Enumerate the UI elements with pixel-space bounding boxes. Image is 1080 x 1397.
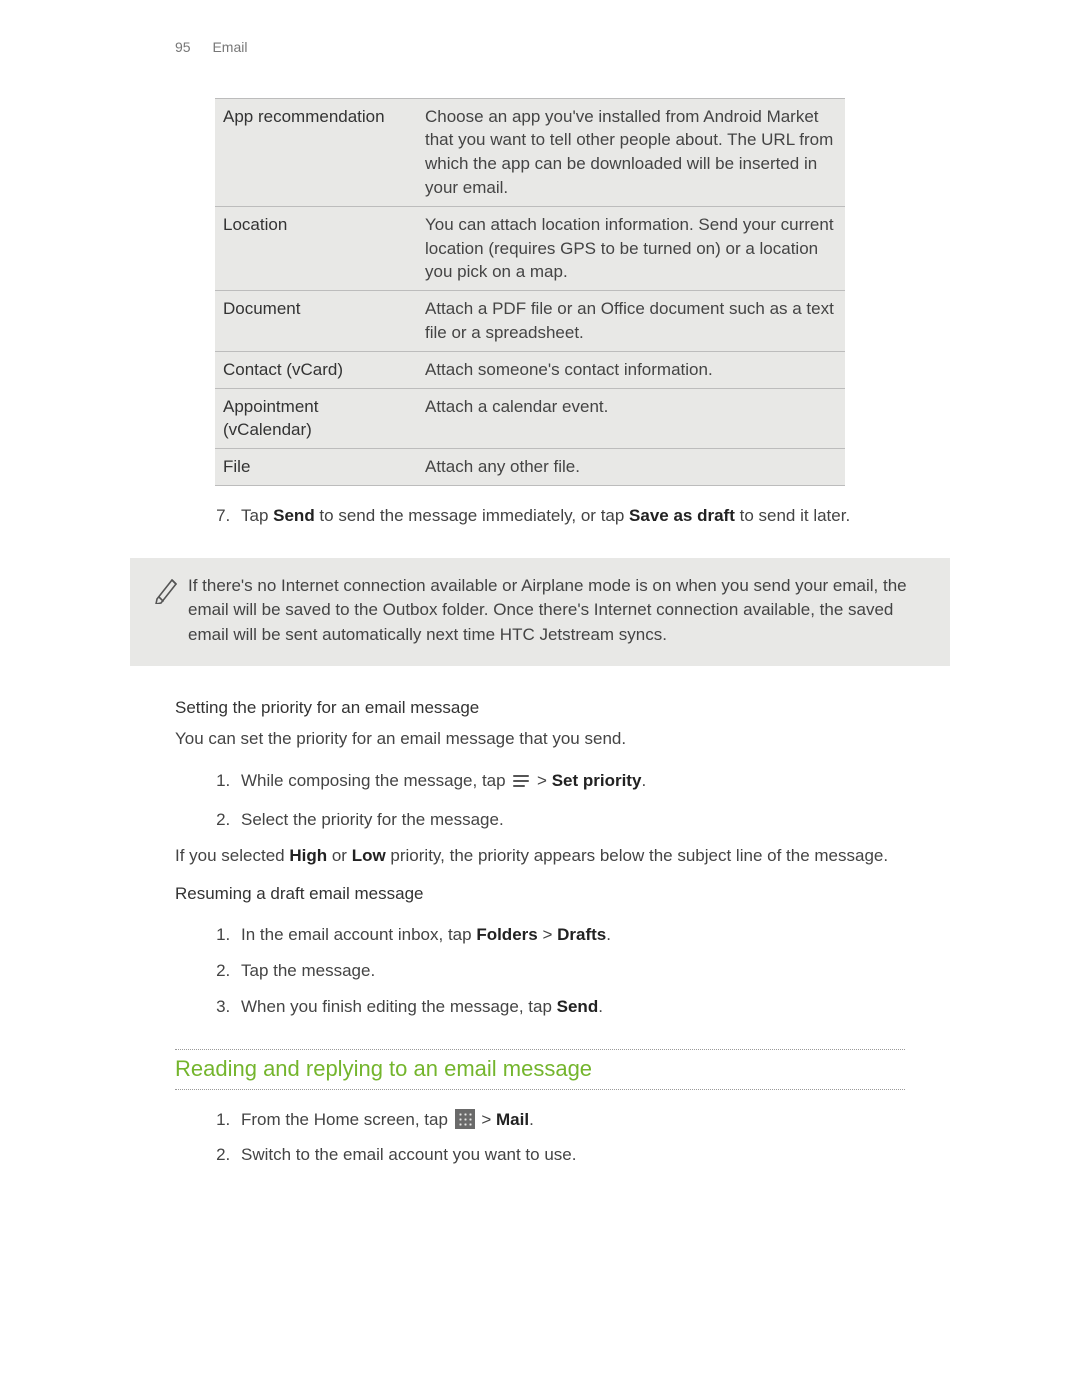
step-7: Tap Send to send the message immediately…: [235, 504, 905, 528]
high-label: High: [289, 846, 327, 865]
low-label: Low: [352, 846, 386, 865]
attach-label: Appointment (vCalendar): [215, 388, 417, 449]
text: >: [532, 771, 551, 790]
drafts-label: Drafts: [557, 925, 606, 944]
table-row: Contact (vCard) Attach someone's contact…: [215, 351, 845, 388]
send-label: Send: [557, 997, 599, 1016]
text: From the Home screen, tap: [241, 1110, 453, 1129]
attach-label: Contact (vCard): [215, 351, 417, 388]
table-row: App recommendation Choose an app you've …: [215, 98, 845, 206]
attach-desc: You can attach location information. Sen…: [417, 206, 845, 290]
mail-label: Mail: [496, 1110, 529, 1129]
resume-step-2: Tap the message.: [235, 959, 905, 983]
attach-label: Location: [215, 206, 417, 290]
text: >: [538, 925, 557, 944]
table-row: Document Attach a PDF file or an Office …: [215, 291, 845, 352]
text: In the email account inbox, tap: [241, 925, 476, 944]
text: While composing the message, tap: [241, 771, 510, 790]
attach-desc: Attach someone's contact information.: [417, 351, 845, 388]
table-row: Appointment (vCalendar) Attach a calenda…: [215, 388, 845, 449]
reading-title: Reading and replying to an email message: [175, 1054, 905, 1085]
menu-icon: [512, 772, 530, 796]
text: When you finish editing the message, tap: [241, 997, 557, 1016]
priority-outro: If you selected High or Low priority, th…: [175, 844, 905, 868]
text: to send the message immediately, or tap: [315, 506, 629, 525]
priority-step-1: While composing the message, tap > Set p…: [235, 769, 905, 796]
text: .: [598, 997, 603, 1016]
resume-heading: Resuming a draft email message: [175, 882, 905, 906]
step-7-list: Tap Send to send the message immediately…: [215, 504, 905, 528]
text: >: [477, 1110, 496, 1129]
divider: [175, 1089, 905, 1090]
reading-step-1: From the Home screen, tap > Mail.: [235, 1108, 905, 1132]
resume-step-1: In the email account inbox, tap Folders …: [235, 923, 905, 947]
reading-step-2: Switch to the email account you want to …: [235, 1143, 905, 1167]
attachment-options-table: App recommendation Choose an app you've …: [215, 98, 845, 486]
resume-steps: In the email account inbox, tap Folders …: [215, 923, 905, 1018]
divider: [175, 1049, 905, 1050]
reading-section: Reading and replying to an email message: [175, 1049, 905, 1090]
priority-heading: Setting the priority for an email messag…: [175, 696, 905, 720]
text: or: [327, 846, 352, 865]
table-row: Location You can attach location informa…: [215, 206, 845, 290]
attach-label: File: [215, 449, 417, 486]
pen-icon: [152, 574, 180, 611]
reading-steps: From the Home screen, tap > Mail. Switch…: [215, 1108, 905, 1168]
priority-step-2: Select the priority for the message.: [235, 808, 905, 832]
attach-desc: Choose an app you've installed from Andr…: [417, 98, 845, 206]
priority-steps: While composing the message, tap > Set p…: [215, 769, 905, 832]
attach-desc: Attach a calendar event.: [417, 388, 845, 449]
text: to send it later.: [735, 506, 850, 525]
attach-desc: Attach a PDF file or an Office document …: [417, 291, 845, 352]
note-text: If there's no Internet connection availa…: [188, 574, 926, 648]
send-label: Send: [273, 506, 315, 525]
set-priority-label: Set priority: [552, 771, 642, 790]
section-name: Email: [212, 39, 247, 55]
priority-intro: You can set the priority for an email me…: [175, 727, 905, 751]
text: .: [606, 925, 611, 944]
text: If you selected: [175, 846, 289, 865]
attach-label: App recommendation: [215, 98, 417, 206]
text: priority, the priority appears below the…: [386, 846, 888, 865]
save-as-draft-label: Save as draft: [629, 506, 735, 525]
attach-label: Document: [215, 291, 417, 352]
folders-label: Folders: [476, 925, 537, 944]
text: .: [641, 771, 646, 790]
table-row: File Attach any other file.: [215, 449, 845, 486]
text: Tap: [241, 506, 273, 525]
text: .: [529, 1110, 534, 1129]
page-number: 95: [175, 39, 191, 55]
attach-desc: Attach any other file.: [417, 449, 845, 486]
page-header: 95 Email: [175, 38, 905, 58]
note-box: If there's no Internet connection availa…: [130, 558, 950, 666]
resume-step-3: When you finish editing the message, tap…: [235, 995, 905, 1019]
apps-grid-icon: [455, 1109, 475, 1129]
